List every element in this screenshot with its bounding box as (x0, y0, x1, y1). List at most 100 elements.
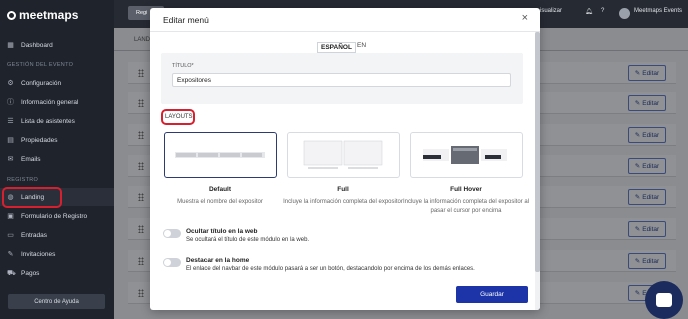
sidebar-item-configuracion[interactable]: ⚙ Configuración (0, 74, 114, 92)
edit-button[interactable]: ✎Editar (628, 189, 666, 205)
layout-card-full[interactable] (287, 132, 400, 178)
ticket-icon: ▭ (7, 231, 14, 239)
highlight-home-toggle[interactable] (163, 258, 181, 267)
preview-link[interactable]: isualizar (540, 8, 562, 14)
sidebar-item-label: Propiedades (21, 136, 58, 144)
bell-icon[interactable]: 🔔︎ (585, 8, 593, 15)
edit-icon: ✎ (634, 194, 641, 201)
sidebar-item-label: Invitaciones (21, 250, 56, 258)
edit-icon: ✎ (634, 226, 641, 233)
drag-handle-icon[interactable] (138, 289, 144, 297)
drag-handle-icon[interactable] (138, 193, 144, 201)
edit-icon: ✎ (634, 70, 641, 77)
title-label: TÍTULO* (172, 63, 194, 69)
invite-icon: ✎ (7, 250, 14, 258)
list-icon: ☰ (7, 117, 14, 125)
help-icon[interactable]: ? (601, 8, 604, 14)
layouts-highlight (161, 109, 195, 125)
layout-full-name: Full (337, 186, 349, 193)
highlight-home-description: El enlace del navbar de este módulo pasa… (186, 266, 475, 272)
edit-button[interactable]: ✎Editar (628, 95, 666, 111)
edit-button[interactable]: ✎Editar (628, 158, 666, 174)
sidebar-item-lista-asistentes[interactable]: ☰ Lista de asistentes (0, 112, 114, 130)
edit-icon: ✎ (634, 132, 641, 139)
drag-handle-icon[interactable] (138, 131, 144, 139)
tab-en[interactable]: EN (357, 42, 366, 49)
sidebar-item-invitaciones[interactable]: ✎ Invitaciones (0, 245, 114, 263)
sidebar-item-label: Información general (21, 98, 79, 106)
cart-icon: ⛟ (7, 269, 16, 277)
gear-icon: ⚙ (7, 79, 14, 87)
layout-card-full-hover[interactable] (410, 132, 523, 178)
tab-landing[interactable]: LAND (134, 37, 150, 43)
sidebar-item-label: Emails (21, 155, 41, 163)
drag-handle-icon[interactable] (138, 225, 144, 233)
layout-default-name: Default (208, 186, 232, 193)
modal-divider (150, 31, 540, 32)
landing-highlight (2, 187, 62, 208)
layout-full-hover-preview-icon (423, 146, 507, 164)
edit-icon: ✎ (634, 258, 641, 265)
edit-button[interactable]: ✎Editar (628, 65, 666, 81)
edit-label: Editar (642, 193, 660, 201)
modal-scrollbar-thumb[interactable] (535, 32, 540, 272)
sidebar-section-registro: REGISTRO (7, 177, 39, 183)
properties-icon: ▤ (7, 136, 14, 144)
sidebar-section-event: GESTIÓN DEL EVENTO (7, 62, 74, 68)
layout-default-preview-icon (175, 152, 265, 158)
user-name[interactable]: Meetmaps Events (634, 8, 682, 14)
sidebar-item-label: Dashboard (21, 41, 53, 49)
help-center-button[interactable]: Centro de Ayuda (8, 294, 105, 309)
hide-title-label: Ocultar título en la web (186, 228, 258, 235)
sidebar-item-label: Pagos (21, 269, 40, 277)
layout-default-description: Muestra el nombre del expositor (177, 199, 263, 205)
email-icon: ✉ (7, 155, 14, 163)
edit-menu-modal: Editar menú × ESPAÑOL EN TÍTULO* LAYOUTS (150, 8, 540, 310)
sidebar-item-informacion-general[interactable]: ⓘ Información general (0, 93, 114, 111)
edit-button[interactable]: ✎Editar (628, 253, 666, 269)
edit-button[interactable]: ✎Editar (628, 127, 666, 143)
sidebar-item-formulario-registro[interactable]: ▣ Formulario de Registro (0, 207, 114, 225)
sidebar-item-entradas[interactable]: ▭ Entradas (0, 226, 114, 244)
layout-full-description: Incluye la información completa del expo… (283, 199, 403, 205)
sidebar-item-label: Lista de asistentes (21, 117, 75, 125)
form-icon: ▣ (7, 212, 14, 220)
chat-icon (656, 293, 672, 307)
meetmaps-logo[interactable]: meetmaps (7, 8, 78, 22)
edit-label: Editar (642, 257, 660, 265)
sidebar-item-emails[interactable]: ✉ Emails (0, 150, 114, 168)
layout-card-default[interactable] (164, 132, 277, 178)
sidebar-item-propiedades[interactable]: ▤ Propiedades (0, 131, 114, 149)
drag-handle-icon[interactable] (138, 257, 144, 265)
edit-label: Editar (642, 225, 660, 233)
edit-button[interactable]: ✎Editar (628, 221, 666, 237)
layout-full-hover-description: Incluye la información completa del expo… (402, 199, 530, 214)
sidebar-item-label: Entradas (21, 231, 48, 239)
avatar[interactable] (619, 8, 630, 19)
dashboard-icon: ▦ (7, 41, 14, 49)
logo-icon (7, 10, 16, 20)
info-icon: ⓘ (7, 98, 14, 106)
edit-label: Editar (642, 99, 660, 107)
layout-full-hover-name: Full Hover (450, 186, 482, 193)
sidebar: meetmaps ▦ Dashboard GESTIÓN DEL EVENTO … (0, 0, 114, 319)
tab-espanol[interactable]: ESPAÑOL (317, 42, 356, 53)
title-input[interactable] (172, 73, 511, 87)
edit-label: Editar (642, 69, 660, 77)
drag-handle-icon[interactable] (138, 69, 144, 77)
drag-handle-icon[interactable] (138, 162, 144, 170)
modal-title: Editar menú (163, 15, 209, 25)
layout-full-preview-icon (303, 140, 383, 169)
close-icon[interactable]: × (522, 12, 528, 24)
sidebar-item-label: Formulario de Registro (21, 212, 88, 220)
sidebar-item-dashboard[interactable]: ▦ Dashboard (0, 36, 114, 54)
drag-handle-icon[interactable] (138, 99, 144, 107)
edit-label: Editar (642, 162, 660, 170)
sidebar-item-pagos[interactable]: ⛟ Pagos (0, 264, 114, 282)
chat-button[interactable] (645, 281, 683, 319)
edit-icon: ✎ (634, 100, 641, 107)
hide-title-toggle[interactable] (163, 229, 181, 238)
brand-name: meetmaps (19, 8, 79, 22)
save-button[interactable]: Guardar (456, 286, 528, 303)
highlight-home-label: Destacar en la home (186, 257, 250, 264)
